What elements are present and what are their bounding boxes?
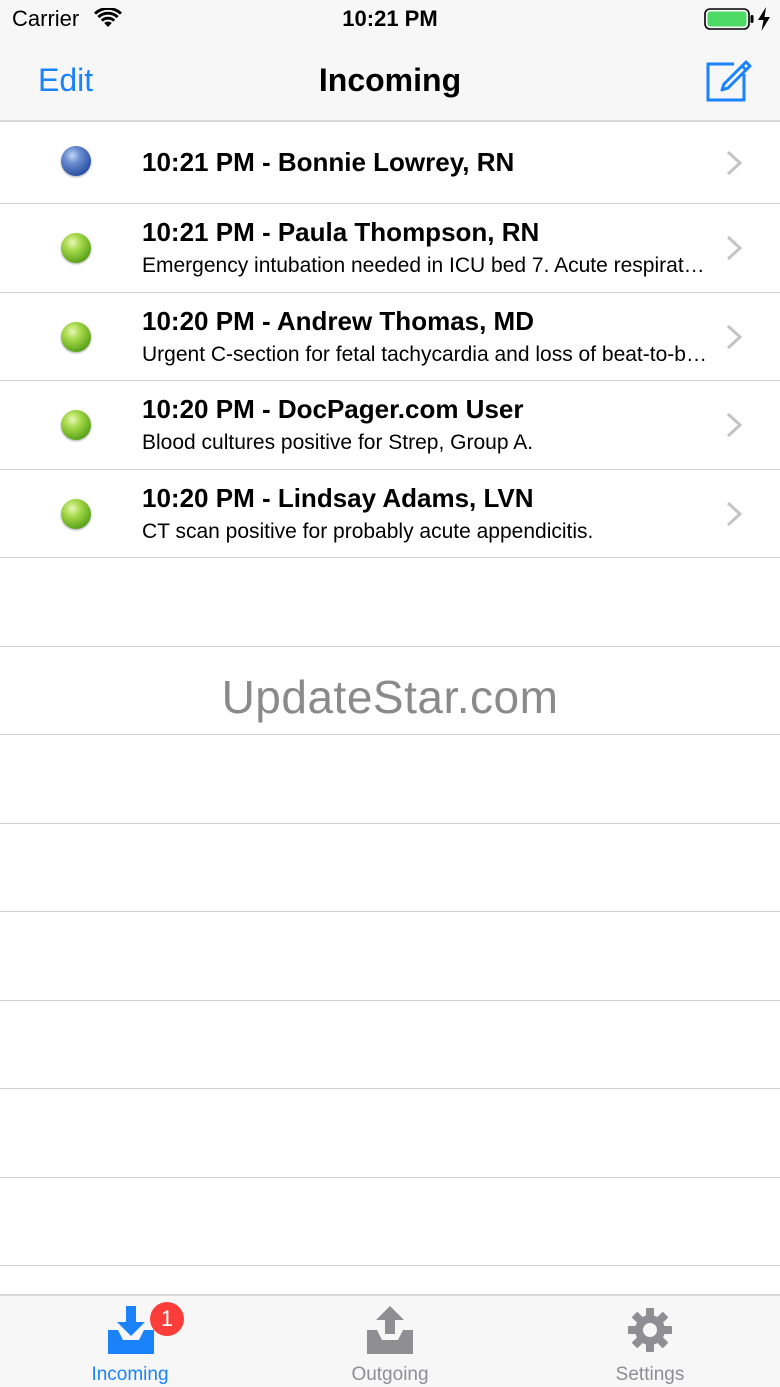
message-row[interactable]: 10:20 PM - Lindsay Adams, LVN CT scan po… (0, 470, 780, 558)
message-preview: Emergency intubation needed in ICU bed 7… (142, 254, 707, 277)
chevron-right-icon (726, 235, 742, 261)
read-status-dot (61, 498, 91, 529)
page-title: Incoming (318, 62, 462, 98)
message-title: 10:20 PM - Andrew Thomas, MD (142, 305, 534, 336)
message-row[interactable]: 10:21 PM - Paula Thompson, RN Emergency … (0, 204, 780, 293)
status-time: 10:21 PM (342, 6, 438, 31)
chevron-right-icon (726, 150, 742, 176)
read-status-dot (61, 321, 91, 352)
message-row[interactable]: 10:21 PM - Bonnie Lowrey, RN (0, 122, 780, 204)
chevron-right-icon (726, 412, 742, 438)
chevron-right-icon (726, 324, 742, 349)
navigation-bar: Edit Incoming (0, 40, 780, 122)
tab-bar: 1 Incoming Outgoing Settings (0, 1294, 780, 1387)
tab-label: Incoming (91, 1364, 169, 1385)
message-title: 10:21 PM - Bonnie Lowrey, RN (142, 147, 515, 177)
empty-row-separator (0, 558, 780, 647)
tab-label: Settings (615, 1364, 685, 1385)
empty-row-separator (0, 824, 780, 912)
message-title: 10:21 PM - Paula Thompson, RN (142, 217, 540, 247)
read-status-dot (61, 233, 91, 263)
empty-row-separator (0, 1001, 780, 1089)
tab-outgoing[interactable]: Outgoing (260, 1296, 520, 1387)
inbox-download-icon (108, 1306, 154, 1354)
message-preview: CT scan positive for probably acute appe… (142, 519, 594, 543)
tab-incoming[interactable]: 1 Incoming (0, 1296, 260, 1387)
empty-row-separator (0, 912, 780, 1001)
unread-count-badge: 1 (150, 1302, 184, 1336)
status-bar: Carrier 10:21 PM (0, 0, 780, 40)
tab-label: Outgoing (351, 1364, 429, 1385)
message-title: 10:20 PM - Lindsay Adams, LVN (142, 482, 534, 513)
empty-row-separator (0, 1178, 780, 1266)
message-preview: Blood cultures positive for Strep, Group… (142, 431, 534, 454)
message-row[interactable]: 10:20 PM - Andrew Thomas, MD Urgent C-se… (0, 293, 780, 381)
gear-icon (628, 1308, 672, 1352)
message-title: 10:20 PM - DocPager.com User (142, 394, 524, 424)
charging-bolt-icon (758, 7, 770, 31)
empty-row-separator (0, 735, 780, 824)
top-bar: Carrier 10:21 PM Edit Incoming (0, 0, 780, 122)
empty-row-separator (0, 1089, 780, 1178)
edit-button[interactable]: Edit (38, 62, 93, 99)
read-status-dot (61, 410, 91, 440)
empty-row-separator (0, 647, 780, 735)
message-preview: Urgent C-section for fetal tachycardia a… (142, 342, 707, 366)
unread-status-dot (61, 146, 91, 176)
battery-icon (704, 8, 754, 30)
compose-icon[interactable] (704, 56, 752, 104)
outbox-upload-icon (367, 1306, 413, 1354)
message-row[interactable]: 10:20 PM - DocPager.com User Blood cultu… (0, 381, 780, 470)
message-list: 10:21 PM - Bonnie Lowrey, RN 10:21 PM - … (0, 122, 780, 1266)
chevron-right-icon (726, 501, 742, 526)
tab-settings[interactable]: Settings (520, 1296, 780, 1387)
